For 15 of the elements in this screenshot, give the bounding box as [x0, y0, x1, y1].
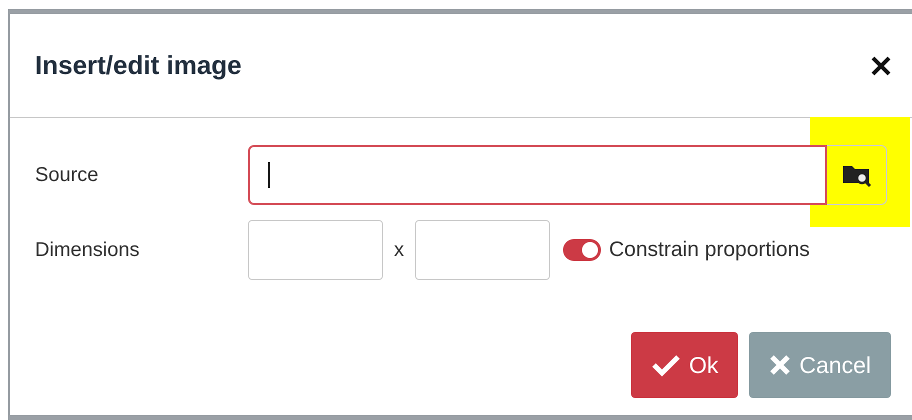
check-icon	[651, 353, 681, 377]
source-field[interactable]	[248, 145, 827, 205]
close-icon	[769, 354, 792, 376]
toggle-label: Constrain proportions	[609, 238, 810, 262]
field-label: Source	[35, 164, 100, 186]
height-field[interactable]	[415, 220, 550, 280]
separator-text: x	[393, 238, 405, 262]
cancel-button[interactable]: Cancel	[749, 332, 891, 398]
browse-button[interactable]	[827, 145, 887, 205]
width-field[interactable]	[248, 220, 383, 280]
close-icon	[870, 54, 892, 76]
dialog-title: Insert/edit image	[35, 50, 242, 81]
toggle-switch[interactable]	[563, 239, 601, 261]
ok-button[interactable]: Ok	[631, 332, 738, 398]
field-label: Dimensions	[35, 238, 140, 262]
